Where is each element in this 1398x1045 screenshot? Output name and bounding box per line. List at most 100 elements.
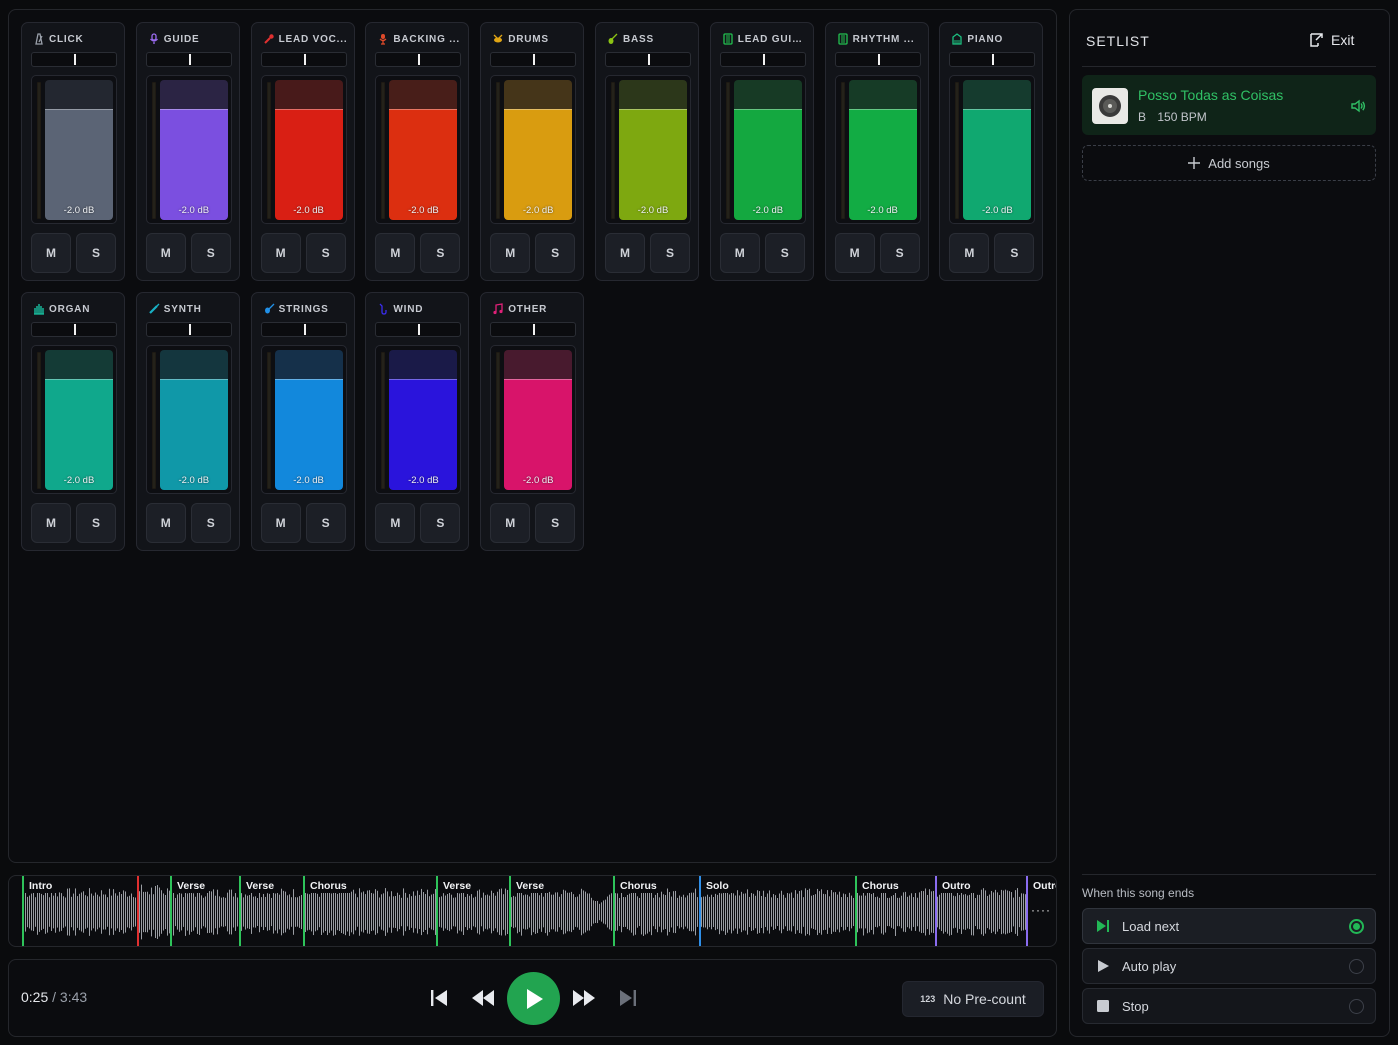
mute-button[interactable]: M bbox=[490, 233, 531, 273]
solo-button[interactable]: S bbox=[649, 233, 690, 273]
solo-button[interactable]: S bbox=[879, 233, 920, 273]
section-marker-solo[interactable]: Solo bbox=[701, 880, 733, 893]
pan-slider[interactable] bbox=[719, 52, 806, 67]
end-option-stop[interactable]: Stop bbox=[1082, 988, 1376, 1024]
play-button[interactable] bbox=[507, 972, 560, 1025]
mute-button[interactable]: M bbox=[31, 503, 71, 543]
mute-button[interactable]: M bbox=[260, 503, 301, 543]
pan-slider[interactable] bbox=[375, 322, 462, 337]
mute-button[interactable]: M bbox=[490, 503, 531, 543]
fader-db-value: -2.0 dB bbox=[982, 205, 1013, 216]
end-option-load-next[interactable]: Load next bbox=[1082, 908, 1376, 944]
mute-button[interactable]: M bbox=[31, 233, 71, 273]
volume-fader[interactable]: -2.0 dB bbox=[260, 345, 347, 494]
solo-button[interactable]: S bbox=[76, 503, 116, 543]
fader-track[interactable]: -2.0 dB bbox=[389, 80, 458, 220]
solo-button[interactable]: S bbox=[420, 503, 461, 543]
mute-button[interactable]: M bbox=[260, 233, 301, 273]
solo-button[interactable]: S bbox=[764, 233, 805, 273]
fader-track[interactable]: -2.0 dB bbox=[848, 80, 917, 220]
section-marker-chorus[interactable]: Chorus bbox=[615, 880, 661, 893]
pan-slider[interactable] bbox=[31, 322, 117, 337]
exit-button[interactable]: Exit bbox=[1308, 32, 1354, 48]
volume-fader[interactable]: -2.0 dB bbox=[834, 75, 921, 224]
volume-fader[interactable]: -2.0 dB bbox=[31, 345, 117, 494]
mute-button[interactable]: M bbox=[719, 233, 760, 273]
pan-slider[interactable] bbox=[490, 322, 577, 337]
section-marker-chorus[interactable]: Chorus bbox=[305, 880, 351, 893]
precount-button[interactable]: 123 No Pre-count bbox=[902, 981, 1044, 1017]
section-marker-verse[interactable]: Verse bbox=[511, 880, 549, 893]
mute-button[interactable]: M bbox=[949, 233, 990, 273]
solo-button[interactable]: S bbox=[420, 233, 461, 273]
fader-track[interactable]: -2.0 dB bbox=[159, 350, 228, 490]
end-option-auto-play[interactable]: Auto play bbox=[1082, 948, 1376, 984]
fader-track[interactable]: -2.0 dB bbox=[504, 80, 573, 220]
solo-button[interactable]: S bbox=[535, 503, 576, 543]
fader-track[interactable]: -2.0 dB bbox=[159, 80, 228, 220]
radio-unselected[interactable] bbox=[1349, 999, 1364, 1014]
volume-fader[interactable]: -2.0 dB bbox=[604, 75, 691, 224]
fader-track[interactable]: -2.0 dB bbox=[274, 350, 343, 490]
pan-slider[interactable] bbox=[145, 52, 232, 67]
section-marker-outro[interactable]: Outro bbox=[1028, 880, 1056, 893]
mute-button[interactable]: M bbox=[375, 233, 416, 273]
mute-button[interactable]: M bbox=[604, 233, 645, 273]
volume-fader[interactable]: -2.0 dB bbox=[145, 345, 232, 494]
solo-button[interactable]: S bbox=[76, 233, 116, 273]
volume-fader[interactable]: -2.0 dB bbox=[949, 75, 1036, 224]
setlist-divider bbox=[1082, 66, 1376, 67]
radio-unselected[interactable] bbox=[1349, 959, 1364, 974]
solo-button[interactable]: S bbox=[994, 233, 1035, 273]
solo-button[interactable]: S bbox=[190, 503, 231, 543]
precount-icon: 123 bbox=[920, 994, 936, 1004]
fader-track[interactable]: -2.0 dB bbox=[618, 80, 687, 220]
skip-to-start-button[interactable] bbox=[428, 987, 450, 1009]
rewind-button[interactable] bbox=[470, 987, 496, 1009]
skip-to-next-button[interactable] bbox=[617, 987, 639, 1009]
pan-slider[interactable] bbox=[145, 322, 232, 337]
mute-button[interactable]: M bbox=[145, 503, 186, 543]
pan-slider[interactable] bbox=[31, 52, 117, 67]
fader-track[interactable]: -2.0 dB bbox=[504, 350, 573, 490]
mute-button[interactable]: M bbox=[145, 233, 186, 273]
waveform-timeline[interactable]: Intro Verse Verse Chorus Verse Verse Chorus Sol… bbox=[8, 875, 1057, 947]
pan-slider[interactable] bbox=[949, 52, 1036, 67]
section-marker-verse[interactable]: Verse bbox=[438, 880, 476, 893]
section-marker-chorus[interactable]: Chorus bbox=[857, 880, 903, 893]
solo-button[interactable]: S bbox=[305, 233, 346, 273]
volume-fader[interactable]: -2.0 dB bbox=[31, 75, 117, 224]
section-marker-intro[interactable]: Intro bbox=[24, 880, 57, 893]
fader-track[interactable]: -2.0 dB bbox=[45, 80, 113, 220]
solo-button[interactable]: S bbox=[305, 503, 346, 543]
volume-fader[interactable]: -2.0 dB bbox=[145, 75, 232, 224]
section-marker-verse[interactable]: Verse bbox=[241, 880, 279, 893]
pan-slider[interactable] bbox=[375, 52, 462, 67]
fader-track[interactable]: -2.0 dB bbox=[45, 350, 113, 490]
volume-fader[interactable]: -2.0 dB bbox=[490, 345, 577, 494]
section-marker-outro[interactable]: Outro bbox=[937, 880, 975, 893]
pan-slider[interactable] bbox=[834, 52, 921, 67]
mute-button[interactable]: M bbox=[834, 233, 875, 273]
volume-fader[interactable]: -2.0 dB bbox=[375, 75, 462, 224]
solo-button[interactable]: S bbox=[535, 233, 576, 273]
solo-button[interactable]: S bbox=[190, 233, 231, 273]
section-marker-verse[interactable]: Verse bbox=[172, 880, 210, 893]
volume-fader[interactable]: -2.0 dB bbox=[719, 75, 806, 224]
add-songs-button[interactable]: Add songs bbox=[1082, 145, 1376, 181]
fader-track[interactable]: -2.0 dB bbox=[274, 80, 343, 220]
pan-slider[interactable] bbox=[260, 52, 347, 67]
mute-button[interactable]: M bbox=[375, 503, 416, 543]
volume-fader[interactable]: -2.0 dB bbox=[375, 345, 462, 494]
fader-track[interactable]: -2.0 dB bbox=[389, 350, 458, 490]
volume-fader[interactable]: -2.0 dB bbox=[490, 75, 577, 224]
pan-slider[interactable] bbox=[490, 52, 577, 67]
fader-track[interactable]: -2.0 dB bbox=[733, 80, 802, 220]
volume-fader[interactable]: -2.0 dB bbox=[260, 75, 347, 224]
pan-slider[interactable] bbox=[260, 322, 347, 337]
fast-forward-button[interactable] bbox=[571, 987, 597, 1009]
fader-track[interactable]: -2.0 dB bbox=[963, 80, 1032, 220]
setlist-song-card[interactable]: Posso Todas as Coisas B 150 BPM bbox=[1082, 75, 1376, 135]
pan-slider[interactable] bbox=[604, 52, 691, 67]
radio-selected[interactable] bbox=[1349, 919, 1364, 934]
